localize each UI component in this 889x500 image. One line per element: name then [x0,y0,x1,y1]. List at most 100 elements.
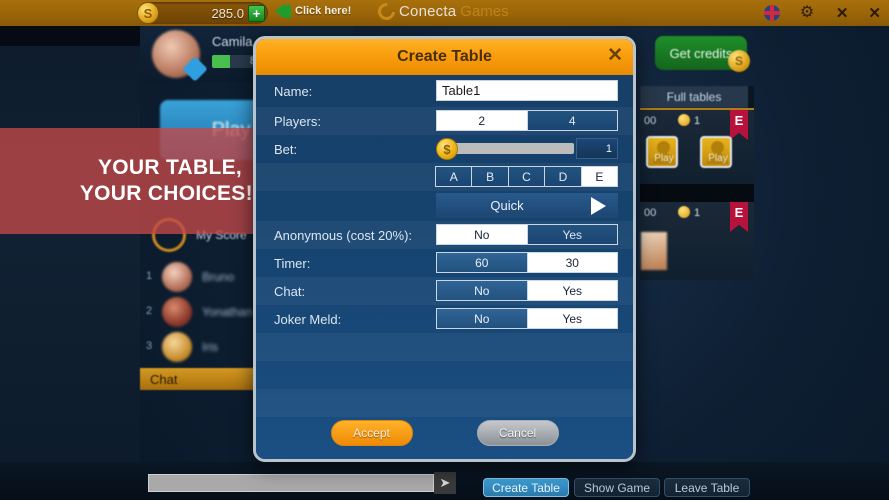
bet-slider[interactable]: $ 1 [436,138,618,160]
table-price: 00 [644,115,657,127]
joker-meld-option-no[interactable]: No [437,309,527,328]
credit-coin-icon: S [137,2,159,24]
brand-logo: Conecta Games [374,0,509,24]
table-card[interactable]: 00 1 E Play Play [640,110,754,184]
rank-name: Iris [202,340,218,354]
bet-label: Bet: [274,141,298,157]
filler-row [256,389,633,417]
bet-class-tabs[interactable]: A B C D E [435,166,619,187]
bet-class-e[interactable]: E [580,166,619,187]
brand-name-primary: Conecta [399,3,457,20]
send-icon[interactable]: ➤ [434,472,456,494]
players-label: Players: [274,113,321,129]
fullscreen-icon[interactable]: ✕ [836,6,849,21]
top-icon-group: ⚙ ✕ ✕ [763,0,881,26]
promo-line-1: YOUR TABLE, [97,155,243,179]
leave-table-button[interactable]: Leave Table [664,478,750,497]
rank-number: 2 [146,305,153,317]
seat-play-button[interactable]: Play [646,136,678,168]
xp-fill [212,55,230,68]
game-screen: S 285.0 + Click here! Conecta Games ⚙ ✕ … [0,0,889,500]
get-credits-coin-icon: S [728,50,750,72]
players-option-4[interactable]: 4 [526,111,617,130]
arrow-tail [284,4,291,18]
seat-label: Play [708,153,728,164]
gear-icon[interactable]: ⚙ [800,5,816,21]
chat-input[interactable] [148,474,434,492]
cancel-button[interactable]: Cancel [476,420,559,446]
joker-meld-option-yes[interactable]: Yes [526,309,617,328]
left-dark-strip [0,26,140,500]
rank-name: Yonathan [202,305,253,319]
player-name: Camila [212,34,253,49]
close-icon[interactable]: ✕ [607,46,623,66]
name-label: Name: [274,83,313,99]
bet-class-b[interactable]: B [471,166,509,187]
dialog-body: Name: Players: 2 4 Bet: [256,75,633,459]
credits-amount: 285.0 [211,5,244,21]
field-row-timer: Timer: 60 30 [256,249,633,277]
field-row-joker-meld: Joker Meld: No Yes [256,305,633,333]
click-here-label: Click here! [295,5,352,17]
field-row-chat: Chat: No Yes [256,277,633,305]
field-row-quick: Quick [256,191,633,221]
play-arrow-icon[interactable] [578,196,618,215]
bet-slider-handle[interactable]: $ [436,138,458,160]
bet-class-d[interactable]: D [544,166,582,187]
chat-label: Chat: [274,283,306,299]
close-icon[interactable]: ✕ [868,6,881,21]
chat-tab[interactable]: Chat [140,368,258,390]
uk-flag-icon[interactable] [763,5,780,21]
players-option-2[interactable]: 2 [437,111,527,130]
chat-option-no[interactable]: No [437,281,527,300]
chat-toggle[interactable]: No Yes [436,280,618,301]
avatar [162,297,192,327]
filler-row [256,333,633,361]
create-table-dialog: Create Table ✕ Name: Players: 2 4 [253,36,636,462]
bet-slider-track[interactable] [450,143,574,154]
players-toggle[interactable]: 2 4 [436,110,618,131]
rank-number: 3 [146,340,153,352]
add-credits-button[interactable]: + [248,4,265,22]
field-row-bet: Bet: $ 1 [256,135,633,163]
seat-label: Play [654,153,674,164]
dialog-header: Create Table ✕ [256,39,633,75]
quick-button[interactable]: Quick [436,193,618,218]
seat-play-button[interactable]: Play [700,136,732,168]
left-arrow-icon [275,4,284,18]
table-name-input[interactable] [436,80,618,101]
anonymous-toggle[interactable]: No Yes [436,224,618,245]
full-tables-header: Full tables [640,86,748,108]
click-here-callout[interactable]: Click here! [275,4,351,18]
timer-toggle[interactable]: 60 30 [436,252,618,273]
create-table-button[interactable]: Create Table [483,478,569,497]
bet-class-a[interactable]: A [435,166,473,187]
field-row-anonymous: Anonymous (cost 20%): No Yes [256,221,633,249]
timer-option-60[interactable]: 60 [437,253,527,272]
left-black-band [0,26,140,46]
avatar [162,332,192,362]
page-title: Create Table [397,48,492,65]
coin-icon [678,114,690,126]
status-badge: E [730,110,748,140]
field-row-players: Players: 2 4 [256,107,633,135]
filler-row [256,361,633,389]
timer-label: Timer: [274,255,311,271]
accept-button[interactable]: Accept [330,420,413,446]
anonymous-option-no[interactable]: No [437,225,527,244]
field-row-bet-letters: A B C D E [256,163,633,191]
card-divider [640,184,754,202]
anonymous-option-yes[interactable]: Yes [526,225,617,244]
promo-line-2: YOUR CHOICES!! [79,182,261,205]
rank-name: Bruno [202,270,235,284]
card-thumbnail [641,232,667,270]
show-game-button[interactable]: Show Game [574,478,660,497]
chat-option-yes[interactable]: Yes [526,281,617,300]
joker-meld-toggle[interactable]: No Yes [436,308,618,329]
credits-pill[interactable]: S 285.0 + [137,2,268,24]
timer-option-30[interactable]: 30 [526,253,617,272]
table-price: 00 [644,207,657,219]
brand-name-secondary: Games [460,3,509,20]
bet-class-c[interactable]: C [507,166,546,187]
top-bar: S 285.0 + Click here! Conecta Games ⚙ ✕ … [0,0,889,26]
